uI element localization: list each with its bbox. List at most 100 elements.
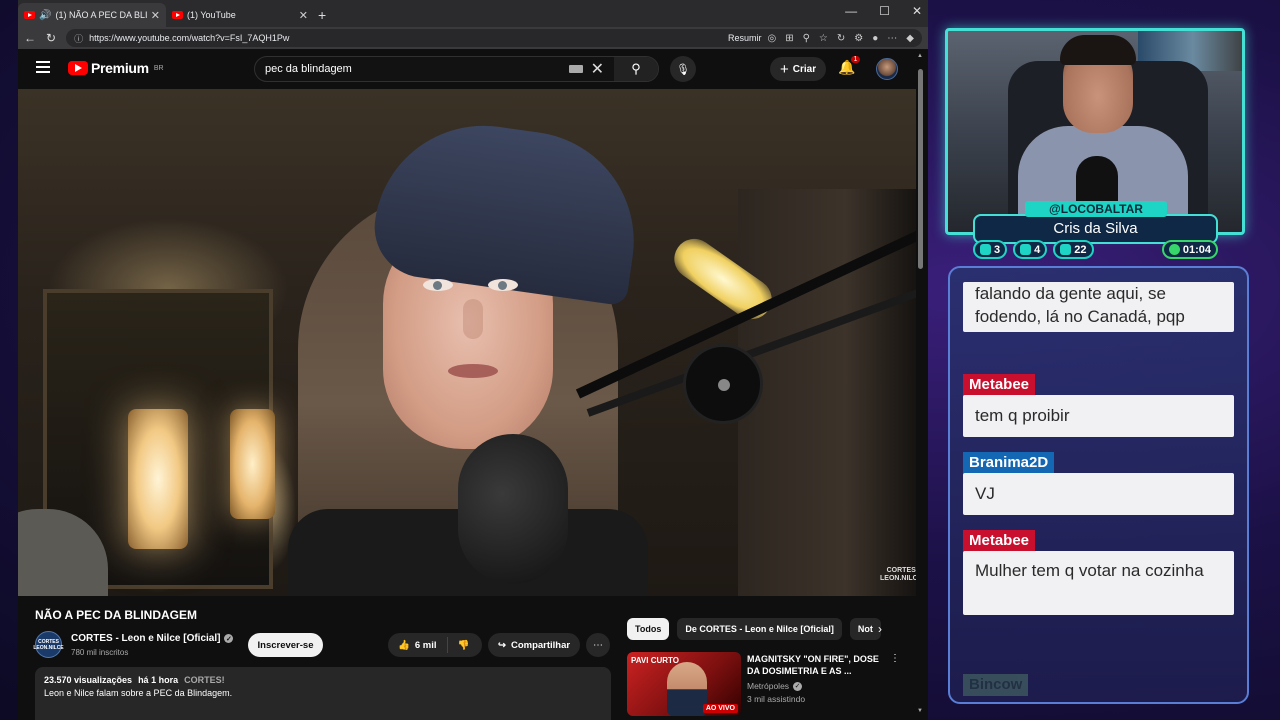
dislike-button[interactable]: 👎: [448, 640, 480, 651]
keyboard-icon[interactable]: [568, 65, 583, 73]
read-aloud-icon[interactable]: ◎: [767, 33, 776, 44]
browser-window: 🔊 (1) NÃO A PEC DA BLINDAGEM ✕ (1) YouTu…: [18, 0, 928, 720]
favorite-icon[interactable]: ☆: [819, 33, 828, 44]
share-button[interactable]: ↪ Compartilhar: [488, 633, 581, 657]
mic-arm-joint: [683, 344, 763, 424]
microphone: [458, 434, 568, 584]
reload-icon[interactable]: ↻: [46, 31, 56, 45]
video-meta: 23.570 visualizações há 1 hora CORTES!: [44, 675, 602, 685]
eye: [423, 279, 453, 291]
thumbs-down-icon: 👎: [457, 639, 470, 651]
tab-title: (1) NÃO A PEC DA BLINDAGEM: [55, 10, 146, 20]
chip-channel[interactable]: De CORTES - Leon e Nilce [Oficial]: [677, 618, 842, 640]
clear-search-icon[interactable]: ✕: [591, 59, 604, 79]
chevron-right-icon[interactable]: ›: [878, 622, 882, 636]
description-box[interactable]: 23.570 visualizações há 1 hora CORTES! L…: [35, 667, 611, 720]
close-tab-icon[interactable]: ✕: [299, 9, 308, 22]
chat-count-value: 3: [994, 243, 1001, 256]
thumbnail-text: PAVI CURTO: [631, 656, 680, 665]
menu-icon[interactable]: [36, 61, 50, 73]
create-label: Criar: [792, 63, 817, 75]
url-text: https://www.youtube.com/watch?v=FsI_7AQH…: [89, 33, 290, 43]
translate-icon[interactable]: ⊞: [785, 33, 793, 44]
microphone-icon: 🎙: [676, 63, 690, 76]
search-input[interactable]: pec da blindagem: [265, 63, 569, 75]
brand-label: Premium: [91, 60, 149, 76]
extensions-icon[interactable]: ⚙: [854, 33, 863, 44]
site-info-icon[interactable]: ⓘ: [74, 32, 83, 45]
maximize-icon[interactable]: ☐: [879, 4, 890, 18]
recommended-title[interactable]: MAGNITSKY "ON FIRE", DOSE DA DOSIMETRIA …: [747, 653, 887, 677]
plus-icon: +: [780, 60, 789, 78]
new-tab-icon[interactable]: +: [318, 3, 326, 27]
browser-toolbar: ← ↻ ⓘ https://www.youtube.com/watch?v=Fs…: [18, 27, 928, 49]
summarize-button[interactable]: Resumir: [728, 33, 762, 43]
scrollbar-thumb[interactable]: [918, 69, 923, 269]
create-button[interactable]: + Criar: [770, 57, 827, 81]
verified-icon: ✓: [793, 681, 803, 691]
like-count: 6 mil: [414, 639, 437, 651]
hashtag[interactable]: CORTES!: [184, 675, 225, 685]
viewer-count-value: 22: [1074, 243, 1087, 256]
scroll-up-icon[interactable]: ▲: [917, 53, 923, 59]
youtube-app: Premium BR pec da blindagem ✕ ⚲ 🎙 + Cria…: [18, 49, 928, 720]
minimize-icon[interactable]: —: [845, 4, 857, 18]
subscribe-button[interactable]: Inscrever-se: [248, 633, 323, 657]
tab-strip: 🔊 (1) NÃO A PEC DA BLINDAGEM ✕ (1) YouTu…: [18, 0, 928, 27]
account-avatar[interactable]: [876, 58, 898, 80]
search-button[interactable]: ⚲: [614, 57, 658, 81]
more-icon[interactable]: ⋯: [887, 33, 897, 44]
lamp: [230, 409, 275, 519]
upload-age: há 1 hora: [138, 675, 179, 685]
copilot-icon[interactable]: ◆: [906, 33, 914, 44]
stream-stats: 3 4 22 01:04: [973, 240, 1218, 260]
viewer-count: 22: [1053, 240, 1094, 259]
recommended-menu-icon[interactable]: ⋮: [890, 653, 900, 664]
speaker-icon[interactable]: 🔊: [39, 10, 51, 21]
refresh-icon[interactable]: ↻: [837, 33, 845, 44]
search-bar[interactable]: pec da blindagem ✕ ⚲: [254, 56, 659, 82]
chat-author: Branima2D: [963, 452, 1055, 474]
stream-timer: 01:04: [1161, 240, 1218, 259]
scroll-down-icon[interactable]: ▼: [917, 708, 923, 714]
youtube-logo[interactable]: Premium BR: [68, 60, 164, 76]
close-window-icon[interactable]: ✕: [912, 4, 922, 18]
youtube-count: 4: [1013, 240, 1048, 259]
chip-not-watched[interactable]: Not: [849, 618, 881, 640]
close-tab-icon[interactable]: ✕: [151, 9, 160, 22]
nose: [463, 299, 483, 339]
voice-search-button[interactable]: 🎙: [670, 56, 696, 82]
like-button[interactable]: 👍 6 mil: [388, 637, 448, 653]
search-icon: ⚲: [631, 61, 641, 76]
whatsapp-icon: [1168, 244, 1180, 255]
like-dislike-group: 👍 6 mil 👎: [388, 633, 482, 657]
stream-timer-value: 01:04: [1182, 243, 1211, 256]
page-scrollbar[interactable]: ▲ ▼: [917, 49, 924, 720]
youtube-favicon-icon: [172, 11, 183, 19]
video-player[interactable]: CORTES LEON.NILCE: [18, 89, 916, 596]
share-icon: ↪: [498, 639, 506, 651]
chat-icon: [980, 244, 991, 255]
channel-avatar[interactable]: CORTES LEON.NILCE: [33, 631, 64, 658]
recommended-thumbnail[interactable]: PAVI CURTO AO VIVO: [627, 652, 741, 716]
zoom-icon[interactable]: ⚲: [803, 33, 810, 44]
notifications-button[interactable]: 🔔 1: [838, 56, 861, 76]
channel-name[interactable]: CORTES - Leon e Nilce [Oficial] ✓: [71, 633, 234, 644]
lamp: [128, 409, 188, 549]
chip-all[interactable]: Todos: [627, 618, 670, 640]
recommended-channel[interactable]: Metrópoles ✓: [747, 681, 803, 691]
more-actions-button[interactable]: ⋯: [586, 633, 610, 657]
verified-icon: ✓: [224, 634, 234, 643]
live-badge: AO VIVO: [702, 704, 738, 713]
tab-video[interactable]: 🔊 (1) NÃO A PEC DA BLINDAGEM ✕: [18, 3, 166, 27]
profile-icon[interactable]: ●: [872, 33, 878, 44]
chat-author: Metabee: [963, 530, 1036, 552]
chat-count: 3: [973, 240, 1008, 259]
chat-message-text: VJ: [963, 473, 1234, 515]
streamer-handle: @LOCOBALTAR: [1025, 201, 1167, 217]
tab-youtube[interactable]: (1) YouTube ✕: [166, 3, 314, 27]
youtube-header: Premium BR pec da blindagem ✕ ⚲ 🎙 + Cria…: [18, 49, 918, 89]
chat-author: Bincow: [963, 674, 1029, 696]
back-icon[interactable]: ←: [24, 31, 36, 45]
address-bar[interactable]: ⓘ https://www.youtube.com/watch?v=FsI_7A…: [66, 29, 922, 47]
